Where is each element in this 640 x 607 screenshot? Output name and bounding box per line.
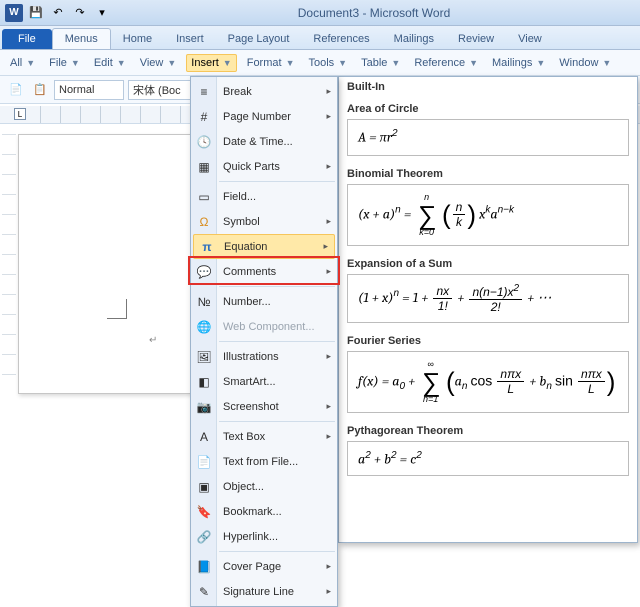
menu-break[interactable]: ≡Break▸: [191, 79, 337, 104]
insert-menu: ≡Break▸ #Page Number▸ 🕓Date & Time... ▦Q…: [190, 76, 338, 607]
tab-references[interactable]: References: [301, 29, 381, 49]
classic-reference[interactable]: Reference▼: [410, 55, 482, 71]
smartart-icon: ◧: [196, 374, 212, 390]
gallery-header: Built-In: [339, 77, 637, 95]
break-icon: ≡: [196, 84, 212, 100]
menu-web-component: 🌐Web Component...: [191, 314, 337, 339]
menu-quick-parts[interactable]: ▦Quick Parts▸: [191, 154, 337, 179]
window-title: Document3 - Microsoft Word: [112, 6, 636, 20]
word-app-icon[interactable]: W: [4, 3, 24, 23]
equation-gallery: Built-In Area of Circle A = πr2 Binomial…: [338, 76, 638, 543]
text-box-icon: A: [196, 429, 212, 445]
gallery-title-fourier: Fourier Series: [339, 327, 637, 349]
comments-icon: 💬: [196, 264, 212, 280]
menu-smartart[interactable]: ◧SmartArt...: [191, 369, 337, 394]
menu-signature-line[interactable]: ✎Signature Line▸: [191, 579, 337, 604]
tab-view[interactable]: View: [506, 29, 554, 49]
menu-number[interactable]: №Number...: [191, 289, 337, 314]
menu-field[interactable]: ▭Field...: [191, 184, 337, 209]
cover-page-icon: 📘: [196, 559, 212, 575]
menu-text-from-file[interactable]: 📄Text from File...: [191, 449, 337, 474]
classic-all[interactable]: All▼: [6, 55, 39, 71]
text-from-file-icon: 📄: [196, 454, 212, 470]
equation-fourier-series[interactable]: f(x) = a0 + ∞∑n=1 (an cos nπxL + bn sin …: [347, 351, 629, 413]
page-number-icon: #: [196, 109, 212, 125]
menu-date-time[interactable]: 🕓Date & Time...: [191, 129, 337, 154]
classic-edit[interactable]: Edit▼: [90, 55, 130, 71]
menu-illustrations[interactable]: 🖼Illustrations▸: [191, 344, 337, 369]
field-icon: ▭: [196, 189, 212, 205]
gallery-title-area-circle: Area of Circle: [339, 95, 637, 117]
style-combo[interactable]: Normal: [54, 80, 124, 100]
classic-mailings[interactable]: Mailings▼: [488, 55, 549, 71]
hyperlink-icon: 🔗: [196, 529, 212, 545]
quick-access-toolbar: W 💾 ↶ ↷ ▾: [4, 3, 112, 23]
classic-file[interactable]: File▼: [45, 55, 84, 71]
tab-home[interactable]: Home: [111, 29, 164, 49]
menu-object[interactable]: ▣Object...: [191, 474, 337, 499]
redo-icon[interactable]: ↷: [70, 3, 90, 23]
gallery-title-expansion: Expansion of a Sum: [339, 250, 637, 272]
equation-pythagorean-theorem[interactable]: a2 + b2 = c2: [347, 441, 629, 477]
date-time-icon: 🕓: [196, 134, 212, 150]
web-component-icon: 🌐: [196, 319, 212, 335]
illustrations-icon: 🖼: [196, 349, 212, 365]
tab-mailings[interactable]: Mailings: [382, 29, 446, 49]
menu-equation[interactable]: πEquation▸: [193, 234, 335, 259]
equation-area-of-circle[interactable]: A = πr2: [347, 119, 629, 156]
title-bar: W 💾 ↶ ↷ ▾ Document3 - Microsoft Word: [0, 0, 640, 26]
tab-insert[interactable]: Insert: [164, 29, 216, 49]
menu-bookmark[interactable]: 🔖Bookmark...: [191, 499, 337, 524]
classic-tools[interactable]: Tools▼: [304, 55, 351, 71]
gallery-title-binomial: Binomial Theorem: [339, 160, 637, 182]
page-corner-mark: [107, 299, 127, 319]
quick-parts-icon: ▦: [196, 159, 212, 175]
screenshot-icon: 📷: [196, 399, 212, 415]
classic-menu-bar: All▼ File▼ Edit▼ View▼ Insert▼ Format▼ T…: [0, 50, 640, 76]
signature-icon: ✎: [196, 584, 212, 600]
gallery-title-pythagorean: Pythagorean Theorem: [339, 417, 637, 439]
equation-binomial-theorem[interactable]: (x + a)n = n∑k=0 (nk) xkan−k: [347, 184, 629, 246]
tab-page-layout[interactable]: Page Layout: [216, 29, 302, 49]
bookmark-icon: 🔖: [196, 504, 212, 520]
menu-text-box[interactable]: AText Box▸: [191, 424, 337, 449]
classic-table[interactable]: Table▼: [357, 55, 404, 71]
classic-window[interactable]: Window▼: [555, 55, 615, 71]
document-page[interactable]: ↵: [18, 134, 218, 394]
menu-symbol[interactable]: ΩSymbol▸: [191, 209, 337, 234]
number-icon: №: [196, 294, 212, 310]
vertical-ruler[interactable]: [2, 134, 16, 394]
tab-menus[interactable]: Menus: [52, 28, 111, 49]
equation-icon: π: [199, 239, 215, 255]
menu-page-number[interactable]: #Page Number▸: [191, 104, 337, 129]
paste-icon[interactable]: 📋: [30, 80, 50, 100]
menu-hyperlink[interactable]: 🔗Hyperlink...: [191, 524, 337, 549]
qat-customize-icon[interactable]: ▾: [92, 3, 112, 23]
classic-format[interactable]: Format▼: [243, 55, 299, 71]
tab-review[interactable]: Review: [446, 29, 506, 49]
object-icon: ▣: [196, 479, 212, 495]
menu-cover-page[interactable]: 📘Cover Page▸: [191, 554, 337, 579]
menu-screenshot[interactable]: 📷Screenshot▸: [191, 394, 337, 419]
classic-insert[interactable]: Insert▼: [186, 54, 236, 72]
undo-icon[interactable]: ↶: [48, 3, 68, 23]
new-doc-icon[interactable]: 📄: [6, 80, 26, 100]
save-icon[interactable]: 💾: [26, 3, 46, 23]
paragraph-mark-icon: ↵: [149, 335, 157, 346]
classic-view[interactable]: View▼: [136, 55, 181, 71]
equation-expansion-of-sum[interactable]: (1 + x)n = 1 + nx1! + n(n−1)x22! + ⋯: [347, 274, 629, 323]
symbol-icon: Ω: [196, 214, 212, 230]
ribbon-tabs: File Menus Home Insert Page Layout Refer…: [0, 26, 640, 50]
tab-selector[interactable]: L: [14, 108, 26, 120]
tab-file[interactable]: File: [2, 29, 52, 49]
menu-comments[interactable]: 💬Comments▸: [191, 259, 337, 284]
